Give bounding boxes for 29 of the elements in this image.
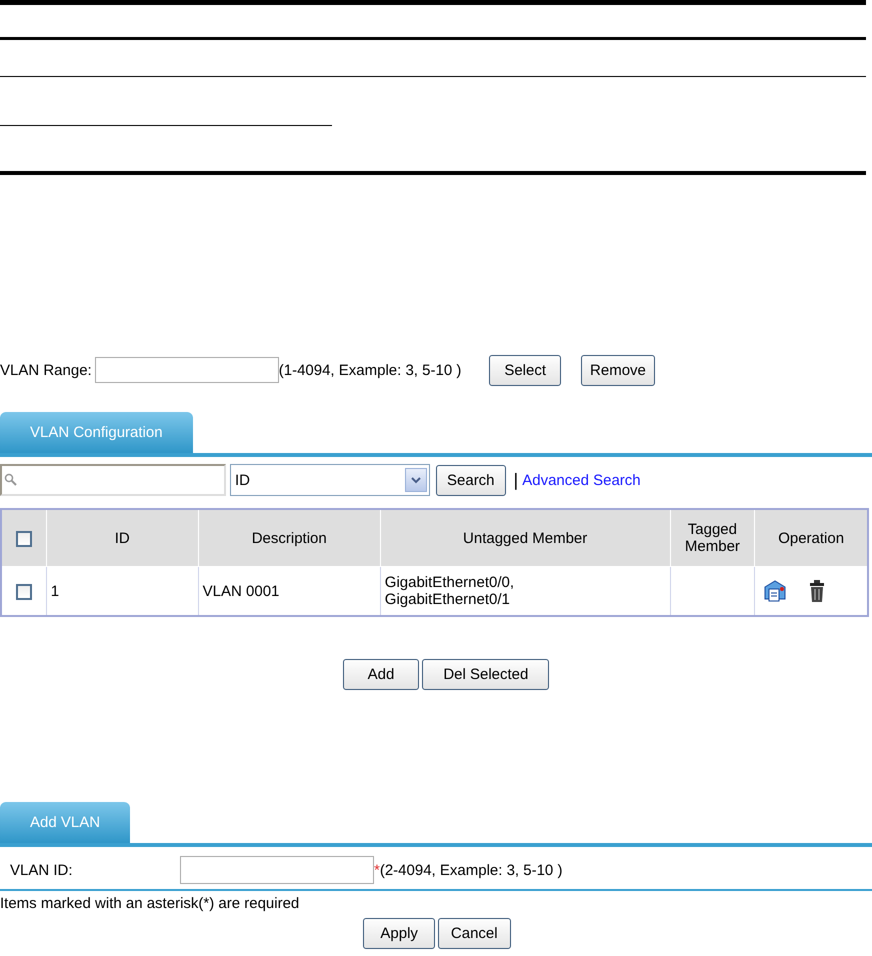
search-icon [4,473,18,487]
action-button[interactable]: Remove [581,354,655,386]
action-button[interactable]: Cancel [438,918,511,949]
search-field[interactable] [0,464,226,496]
hint-text: (1-4094, Example: 3, 5-10 ) [278,362,462,378]
column-header: Operation [754,509,868,566]
vlan-id-field[interactable] [180,856,374,884]
required-mark: * [374,862,380,878]
search-button[interactable]: Search [436,464,506,496]
action-button[interactable]: Del Selected [422,659,550,690]
trash-icon[interactable] [809,579,826,603]
column-header: ID [46,509,198,566]
column-header: Untagged Member [380,509,670,566]
select-all-checkbox[interactable] [16,530,32,547]
field-select[interactable]: ID [230,464,430,496]
advanced-search-link[interactable]: Advanced Search [522,472,641,488]
hint-text: (2-4094, Example: 3, 5-10 ) [380,862,562,878]
field-label: VLAN Range: [0,362,92,378]
separator: | [514,470,518,490]
action-button[interactable]: Apply [363,918,435,949]
edit-icon[interactable] [763,579,788,603]
field-label: VLAN ID: [9,862,74,878]
required-note: Items marked with an asterisk(*) are required [0,895,300,912]
action-button[interactable]: Select [489,354,562,386]
column-header: Description [198,509,380,566]
vlan-range-field[interactable] [94,357,279,383]
action-button[interactable]: Add [342,659,420,690]
row-checkbox[interactable] [16,584,32,600]
column-header: Tagged Member [670,509,755,566]
